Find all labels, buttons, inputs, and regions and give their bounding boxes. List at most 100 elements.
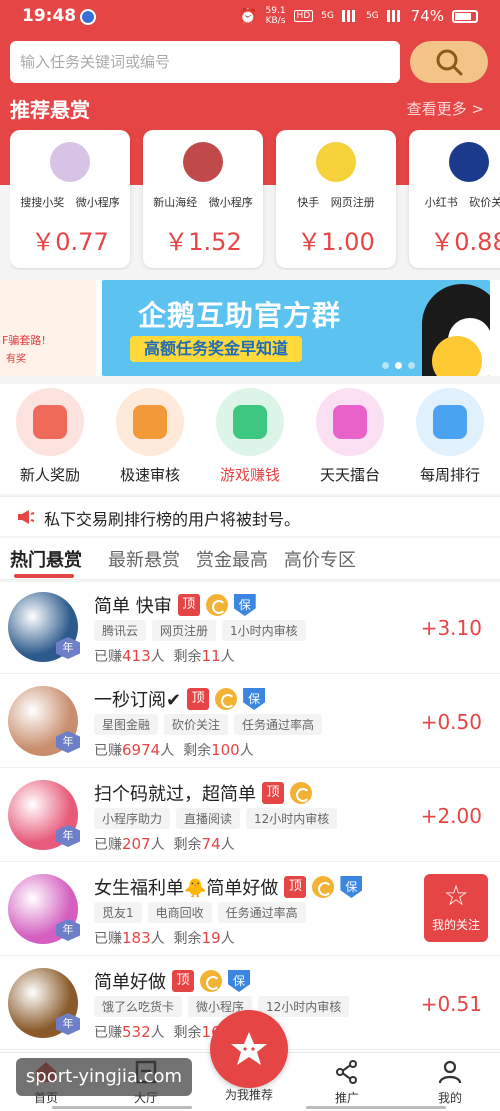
card-tags: 小红书 砍价关注 [409,194,500,210]
category-new-user-reward[interactable]: 新人奖励 [0,388,100,492]
earned-label: 已赚 [94,743,122,759]
earned-label: 已赚 [94,837,122,853]
task-title: 简单好做 [94,972,166,993]
card-price: ￥0.77 [31,228,109,256]
task-stats: 已赚413人 剩余11人 [94,646,235,666]
carousel-dot [408,362,415,369]
nav-recommend-label: 为我推荐 [224,1088,273,1102]
task-row[interactable]: 年 简单 快审 顶 保 腾讯云 网页注册 1小时内审核 已赚413人 剩余11人… [0,582,500,674]
earned-label: 已赚 [94,931,122,947]
recommended-card[interactable]: 小红书 砍价关注 ￥0.88 [409,130,500,268]
recommended-card[interactable]: 新山海经 微小程序 ￥1.52 [143,130,263,268]
indicator-bar [52,1106,192,1109]
top-badge: 顶 [284,876,307,898]
top-badge: 顶 [187,688,210,710]
person-unit: 人 [150,649,165,665]
category-label: 每周排行 [419,466,480,484]
category-label: 天天擂台 [319,466,380,484]
category-grid: 新人奖励 极速审核 游戏赚钱 天天擂台 每周排行 [0,384,500,494]
task-row[interactable]: 年 扫个码就过，超简单 顶 小程序助力 直播阅读 12小时内审核 已赚207人 … [0,770,500,862]
task-title-row: 一秒订阅✔ 顶 保 [94,686,266,712]
hd-tag: HD [293,10,314,22]
category-fast-review[interactable]: 极速审核 [100,388,200,492]
tab-hot[interactable]: 热门悬赏 [10,546,82,572]
remaining-count: 100 [211,741,240,759]
person-unit: 人 [150,1025,165,1041]
earned-label: 已赚 [94,1025,122,1041]
guarantee-badge: 保 [233,594,256,616]
category-label: 游戏赚钱 [219,466,280,484]
card-avatar [183,142,223,182]
task-title-row: 简单好做 顶 保 [94,968,250,994]
tab-latest[interactable]: 最新悬赏 [108,546,180,572]
net-speed: 59.1 KB/s [266,6,286,26]
alarm-icon: ⏰ [238,7,258,25]
nav-promote[interactable]: 推广 [307,1057,387,1106]
indicator-bar [306,1106,446,1109]
notice-bar[interactable]: 私下交易刷排行榜的用户将被封号。 [0,496,500,536]
person-unit: 人 [150,837,165,853]
active-tab-indicator [14,574,74,578]
card-tag: 小红书 [424,196,458,209]
battery-icon [452,9,478,23]
category-label: 新人奖励 [19,466,80,484]
person-unit: 人 [239,743,254,759]
banner-carousel[interactable]: F骗套路! 有奖 企鹅互助官方群 高额任务奖金早知道 [0,280,500,376]
task-tags: 腾讯云 网页注册 1小时内审核 [94,620,306,641]
notice-text: 私下交易刷排行榜的用户将被封号。 [44,510,301,529]
search-input[interactable]: 输入任务关键词或编号 [10,41,400,83]
remaining-count: 11 [201,647,221,665]
banner-prev-text: F骗套路! [2,334,46,347]
card-tag: 砍价关注 [469,196,500,209]
category-label: 极速审核 [119,466,180,484]
task-tag: 腾讯云 [94,620,147,641]
task-title: 一秒订阅✔ [94,690,182,711]
user-icon [410,1057,490,1087]
remaining-label: 剩余 [183,743,212,759]
nav-mine[interactable]: 我的 [410,1057,490,1106]
task-tag: 12小时内审核 [258,996,350,1017]
task-tag: 砍价关注 [164,714,229,735]
recommended-card[interactable]: 快手 网页注册 ￥1.00 [276,130,396,268]
task-title: 扫个码就过，超简单 [94,784,256,805]
banner-prev-text: 有奖 [6,354,26,365]
category-weekly-rank[interactable]: 每周排行 [400,388,500,492]
net-speed-value: 59.1 [265,6,286,16]
task-tag: 网页注册 [152,620,217,641]
task-tag: 小程序助力 [94,808,171,829]
card-price: ￥0.88 [430,228,500,256]
tab-premium[interactable]: 高价专区 [284,546,356,572]
banner-title: 企鹅互助官方群 [138,299,342,332]
carousel-dot-active [395,362,402,369]
tab-highest-reward[interactable]: 赏金最高 [196,546,268,572]
my-follow-button[interactable]: ☆ 我的关注 [424,874,488,942]
banner-slide[interactable]: 企鹅互助官方群 高额任务奖金早知道 [102,280,490,376]
net-speed-unit: KB/s [265,16,286,26]
person-unit: 人 [160,743,175,759]
my-follow-label: 我的关注 [431,918,480,932]
card-tag: 微小程序 [75,196,120,209]
refresh-badge-icon [215,688,238,710]
recommended-more-link[interactable]: 查看更多 > [407,98,484,119]
guarantee-badge: 保 [228,970,250,992]
refresh-badge-icon [200,970,222,992]
search-button[interactable] [410,41,488,83]
remaining-count: 19 [201,929,221,947]
guarantee-badge: 保 [340,876,363,898]
category-game-earn[interactable]: 游戏赚钱 [200,388,300,492]
task-title-row: 简单 快审 顶 保 [94,592,256,618]
home-indicator [0,1104,500,1111]
signal-label-1: 5G [321,11,334,21]
task-tag: 直播阅读 [176,808,241,829]
task-reward: +0.51 [420,992,482,1016]
refresh-badge-icon [312,876,335,898]
task-row[interactable]: 年 一秒订阅✔ 顶 保 星图金融 砍价关注 任务通过率高 已赚6974人 剩余1… [0,676,500,768]
card-tag: 网页注册 [330,196,375,209]
card-price: ￥1.52 [164,228,242,256]
nav-recommend-button[interactable] [210,1010,288,1088]
category-daily-arena[interactable]: 天天擂台 [300,388,400,492]
signal-bars-icon [341,10,358,22]
recommended-card[interactable]: 搜搜小奖 微小程序 ￥0.77 [10,130,130,268]
task-tag: 任务通过率高 [217,902,306,923]
card-tag: 微小程序 [208,196,253,209]
